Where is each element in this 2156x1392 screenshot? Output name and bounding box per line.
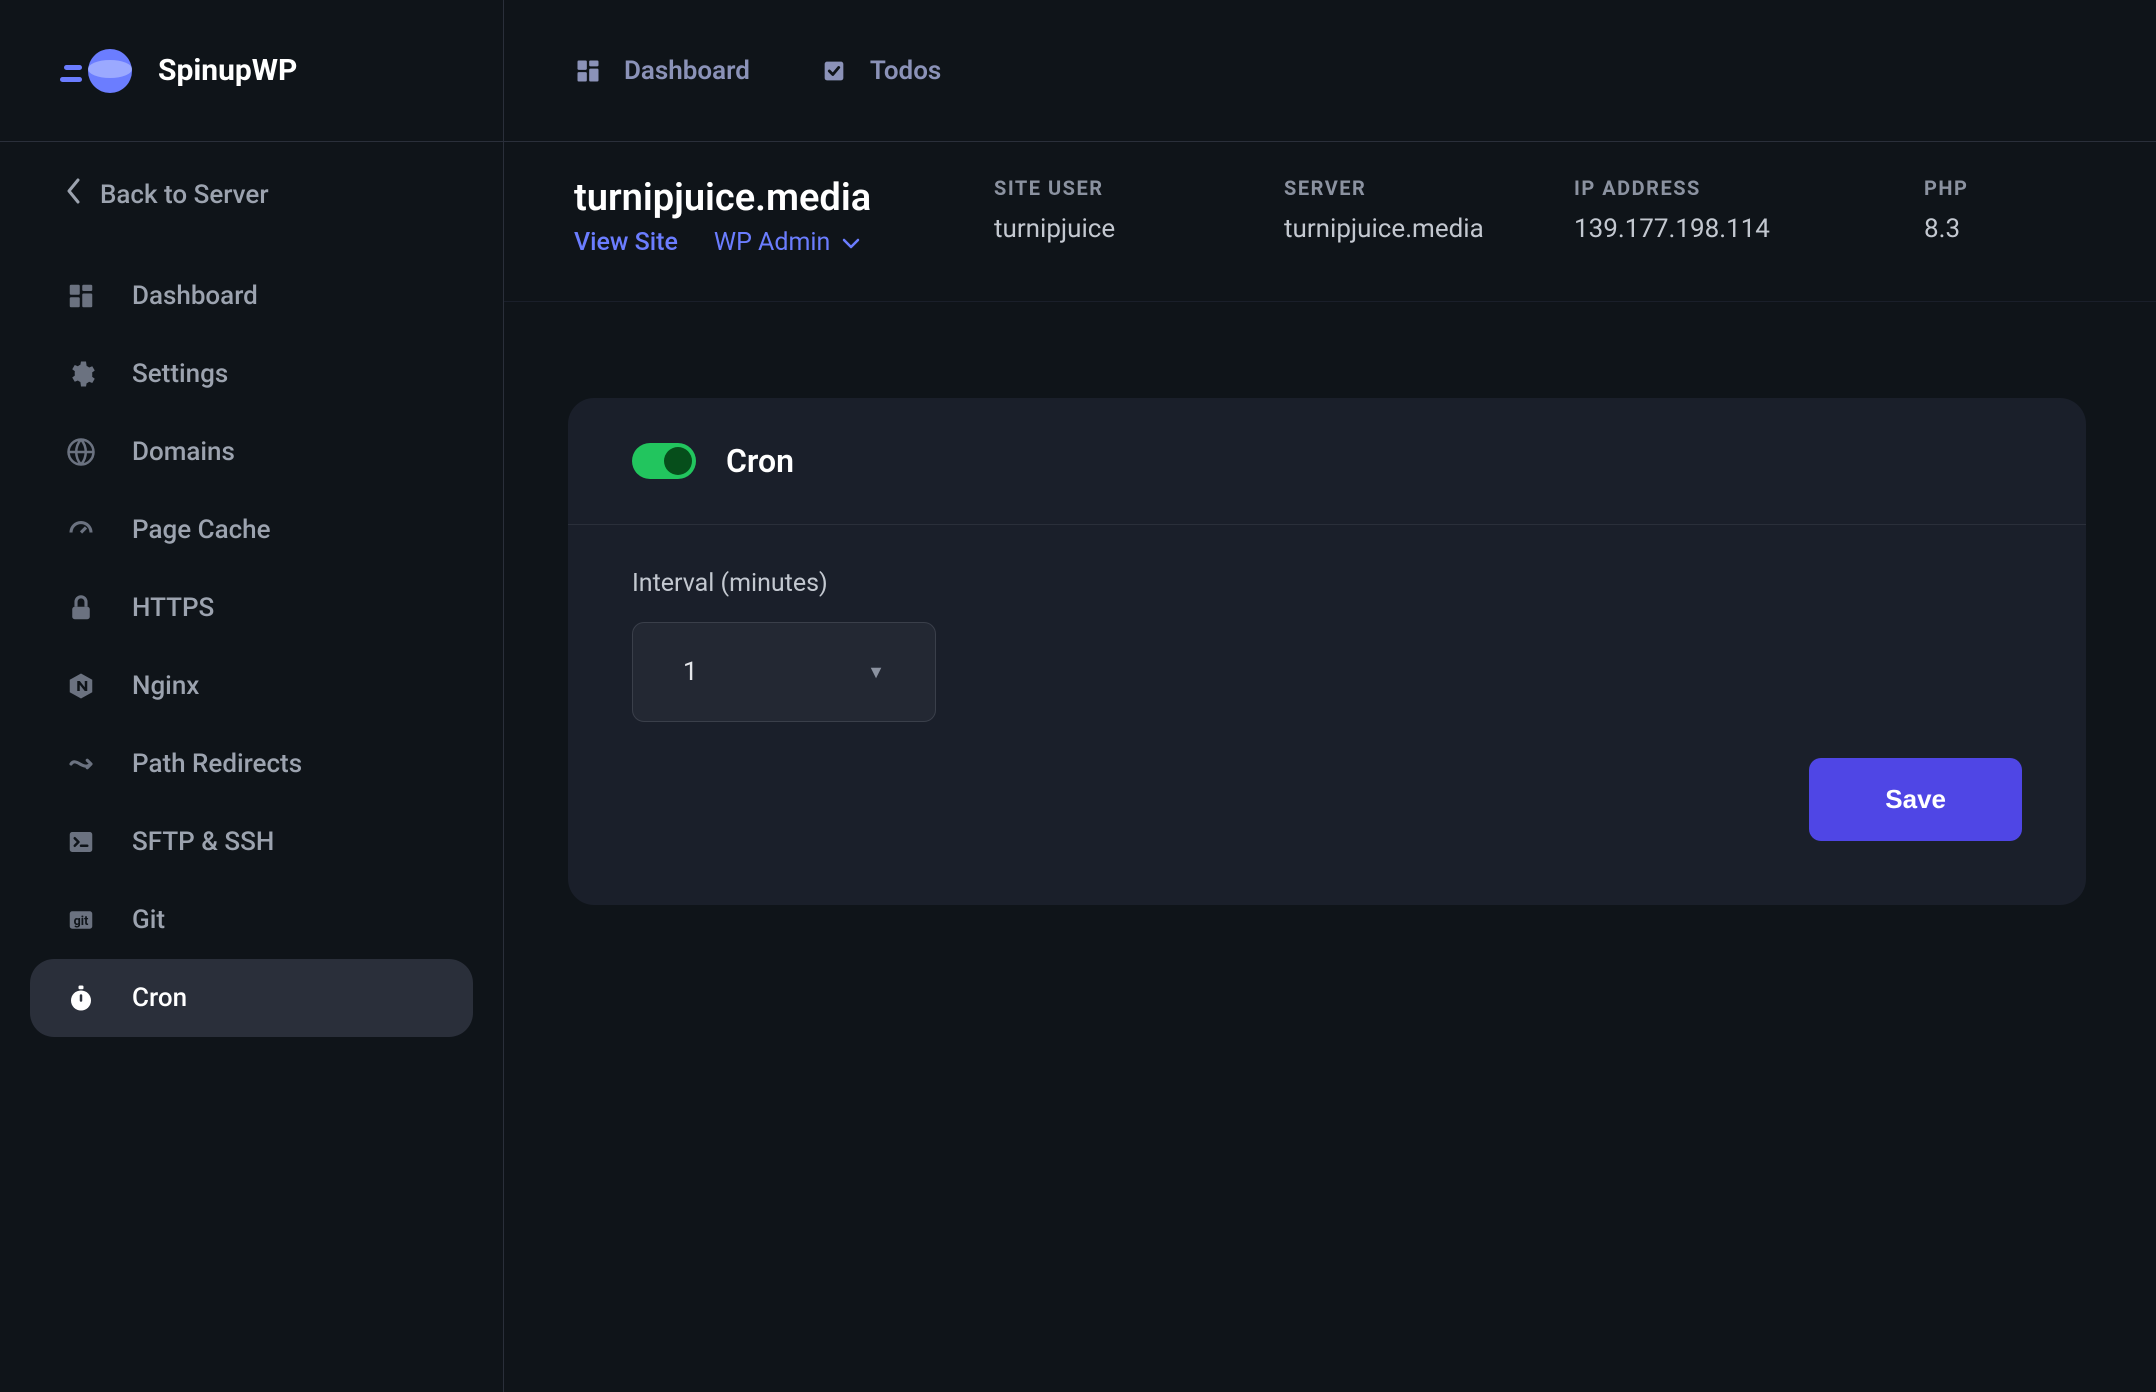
interval-select[interactable]: 1 ▼ xyxy=(632,622,936,722)
main: Dashboard Todos turnipjuice.media View S… xyxy=(504,0,2156,1392)
info-label: IP ADDRESS xyxy=(1574,176,1834,200)
wp-admin-label: WP Admin xyxy=(714,228,830,257)
cron-toggle[interactable] xyxy=(632,443,696,479)
interval-label: Interval (minutes) xyxy=(632,569,2022,598)
back-to-server-link[interactable]: Back to Server xyxy=(0,142,503,247)
gauge-icon xyxy=(66,515,96,545)
card-body: Interval (minutes) 1 ▼ Save xyxy=(568,525,2086,905)
info-value: 139.177.198.114 xyxy=(1574,214,1834,244)
globe-icon xyxy=(66,437,96,467)
save-button[interactable]: Save xyxy=(1809,758,2022,841)
info-label: SERVER xyxy=(1284,176,1484,200)
view-site-link[interactable]: View Site xyxy=(574,228,678,257)
nginx-icon xyxy=(66,671,96,701)
sidebar-item-page-cache[interactable]: Page Cache xyxy=(30,491,473,569)
sidebar-item-label: Nginx xyxy=(132,671,199,701)
stopwatch-icon xyxy=(66,983,96,1013)
dashboard-icon xyxy=(66,281,96,311)
wp-admin-link[interactable]: WP Admin xyxy=(714,228,860,257)
info-label: SITE USER xyxy=(994,176,1194,200)
terminal-icon xyxy=(66,827,96,857)
git-icon: git xyxy=(66,905,96,935)
chevron-left-icon xyxy=(66,178,82,211)
sidebar-nav: Dashboard Settings Domains Page Cache xyxy=(0,247,503,1037)
lock-icon xyxy=(66,593,96,623)
toggle-knob xyxy=(664,447,692,475)
sidebar-item-label: SFTP & SSH xyxy=(132,827,274,857)
topbar: Dashboard Todos xyxy=(504,0,2156,142)
cron-card: Cron Interval (minutes) 1 ▼ Save xyxy=(568,398,2086,905)
topbar-label: Todos xyxy=(870,56,941,86)
interval-value: 1 xyxy=(683,657,698,687)
sidebar-item-nginx[interactable]: Nginx xyxy=(30,647,473,725)
todos-icon xyxy=(820,57,848,85)
brand-name: SpinupWP xyxy=(158,53,297,88)
content: Cron Interval (minutes) 1 ▼ Save xyxy=(504,302,2156,905)
topbar-todos-link[interactable]: Todos xyxy=(820,56,941,86)
sidebar-item-settings[interactable]: Settings xyxy=(30,335,473,413)
server-col: SERVER turnipjuice.media xyxy=(1284,176,1484,257)
chevron-down-icon xyxy=(842,228,860,257)
dashboard-icon xyxy=(574,57,602,85)
sidebar-item-label: Dashboard xyxy=(132,281,258,311)
sidebar-item-sftp-ssh[interactable]: SFTP & SSH xyxy=(30,803,473,881)
topbar-dashboard-link[interactable]: Dashboard xyxy=(574,56,750,86)
back-label: Back to Server xyxy=(100,180,269,210)
sidebar-item-label: HTTPS xyxy=(132,593,214,623)
card-title: Cron xyxy=(726,442,794,480)
redirect-icon xyxy=(66,749,96,779)
sidebar-item-domains[interactable]: Domains xyxy=(30,413,473,491)
card-header: Cron xyxy=(568,398,2086,525)
logo[interactable]: SpinupWP xyxy=(60,47,297,95)
sidebar: SpinupWP Back to Server Dashboard Settin… xyxy=(0,0,504,1392)
site-user-col: SITE USER turnipjuice xyxy=(994,176,1194,257)
sidebar-item-https[interactable]: HTTPS xyxy=(30,569,473,647)
info-value: turnipjuice xyxy=(994,214,1194,244)
sidebar-item-git[interactable]: git Git xyxy=(30,881,473,959)
sidebar-item-label: Cron xyxy=(132,983,187,1013)
sidebar-item-path-redirects[interactable]: Path Redirects xyxy=(30,725,473,803)
logo-icon xyxy=(60,47,140,95)
info-value: 8.3 xyxy=(1924,214,2004,244)
sidebar-item-label: Settings xyxy=(132,359,228,389)
site-info-bar: turnipjuice.media View Site WP Admin SIT… xyxy=(504,142,2156,302)
sidebar-item-dashboard[interactable]: Dashboard xyxy=(30,257,473,335)
logo-area: SpinupWP xyxy=(0,0,503,142)
sidebar-item-label: Domains xyxy=(132,437,235,467)
info-label: PHP xyxy=(1924,176,2004,200)
gear-icon xyxy=(66,359,96,389)
topbar-label: Dashboard xyxy=(624,56,750,86)
site-title: turnipjuice.media xyxy=(574,176,904,220)
php-col: PHP 8.3 xyxy=(1924,176,2004,257)
sidebar-item-label: Page Cache xyxy=(132,515,271,545)
caret-down-icon: ▼ xyxy=(867,662,885,683)
ip-col: IP ADDRESS 139.177.198.114 xyxy=(1574,176,1834,257)
sidebar-item-label: Path Redirects xyxy=(132,749,302,779)
sidebar-item-label: Git xyxy=(132,905,165,935)
svg-text:git: git xyxy=(74,914,89,929)
info-value: turnipjuice.media xyxy=(1284,214,1484,244)
sidebar-item-cron[interactable]: Cron xyxy=(30,959,473,1037)
